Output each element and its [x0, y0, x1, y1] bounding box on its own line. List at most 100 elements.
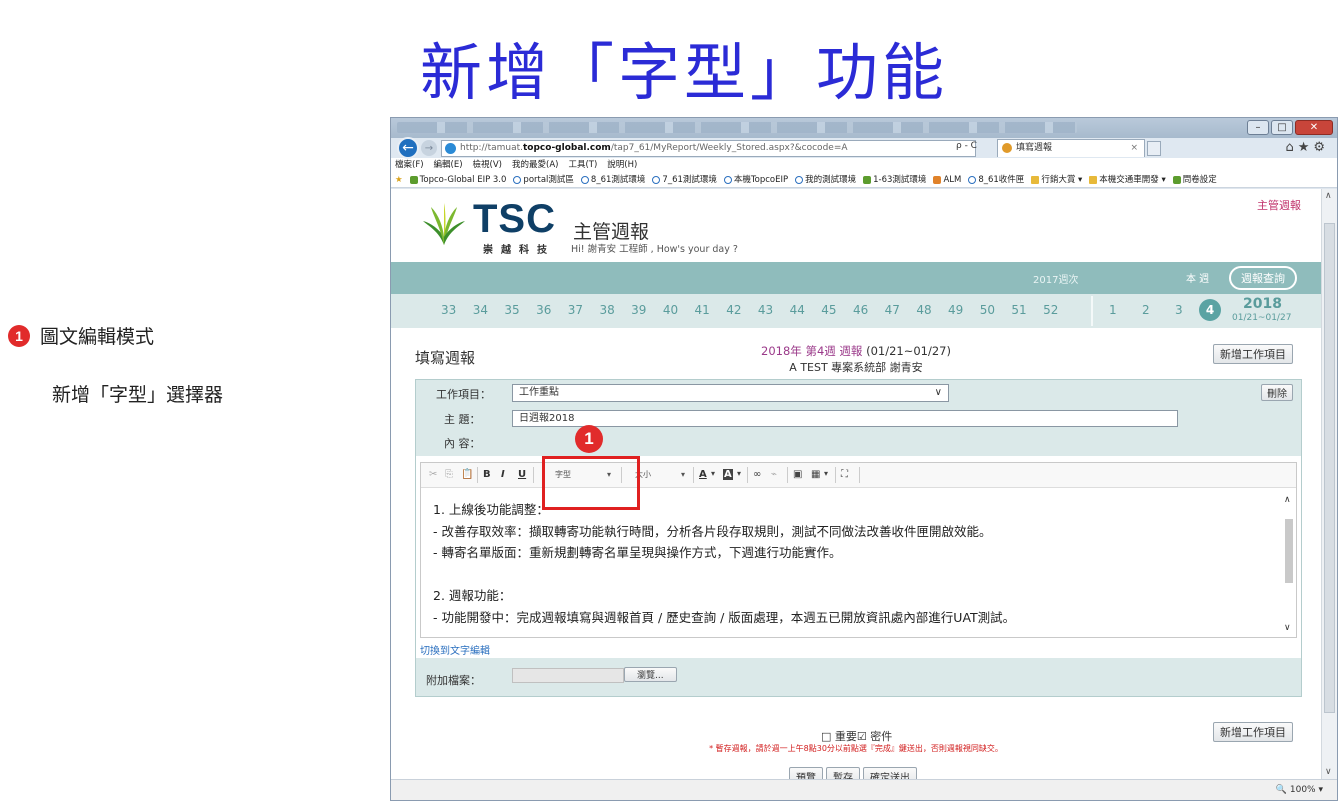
delete-item-button[interactable]: 刪除 — [1261, 384, 1293, 401]
copy-icon[interactable]: ⎘ — [445, 469, 453, 480]
cut-icon[interactable]: ✂ — [429, 469, 437, 480]
editor-content[interactable]: 1. 上線後功能調整： - 改善存取效率：擷取轉寄功能執行時間，分析各片段存取規… — [433, 499, 1015, 628]
maximize-icon[interactable]: ⛶ — [841, 469, 848, 480]
file-path-input[interactable] — [512, 668, 624, 683]
maximize-icon[interactable]: □ — [1271, 120, 1293, 135]
table-icon[interactable]: ▦ — [811, 469, 820, 480]
bold-button[interactable]: B — [483, 469, 491, 480]
week-number[interactable]: 39 — [631, 303, 663, 317]
italic-button[interactable]: I — [501, 469, 505, 480]
week-number[interactable]: 35 — [504, 303, 536, 317]
minimize-icon[interactable]: – — [1247, 120, 1269, 135]
week-query-button[interactable]: 週報查詢 — [1229, 266, 1297, 290]
save-draft-button[interactable]: 暫存 — [826, 767, 860, 779]
back-arrow-icon[interactable]: ← — [397, 137, 419, 159]
menu-item[interactable]: 工具(T) — [568, 158, 597, 172]
underline-button[interactable]: U — [518, 469, 526, 480]
add-work-item-button[interactable]: 新增工作項目 — [1213, 344, 1293, 364]
favorite-item[interactable]: 1-63測試環境 — [863, 172, 926, 187]
scroll-up-icon[interactable]: ∧ — [1325, 191, 1332, 201]
unlink-icon[interactable]: ⌁ — [771, 469, 777, 480]
favorite-item[interactable]: ALM — [933, 172, 961, 187]
forward-arrow-icon[interactable]: → — [421, 140, 437, 156]
work-item-select[interactable]: 工作重點 ∨ — [512, 384, 949, 402]
week-number[interactable]: 50 — [980, 303, 1012, 317]
chevron-down-icon: ∨ — [934, 387, 942, 398]
favorite-item[interactable]: 問卷設定 — [1172, 172, 1217, 187]
paste-icon[interactable]: 📋 — [461, 469, 473, 480]
close-icon[interactable]: ✕ — [1295, 120, 1333, 135]
menu-item[interactable]: 說明(H) — [607, 158, 637, 172]
week-number[interactable]: 48 — [916, 303, 948, 317]
leaf-icon — [1172, 175, 1181, 184]
page-scrollbar[interactable]: ∧ ∨ — [1321, 189, 1337, 779]
week-number[interactable]: 44 — [790, 303, 822, 317]
scroll-down-icon[interactable]: ∨ — [1325, 767, 1332, 777]
scroll-down-icon[interactable]: ∨ — [1284, 623, 1291, 633]
favorite-folder[interactable]: 本機交通車開發 ▾ — [1089, 172, 1166, 187]
week-number[interactable]: 40 — [663, 303, 695, 317]
editor-scrollbar[interactable]: ∧ ∨ — [1284, 491, 1294, 633]
content-label: 內 容： — [444, 437, 481, 450]
week-number[interactable]: 47 — [885, 303, 917, 317]
week-number[interactable]: 38 — [599, 303, 631, 317]
favorite-item[interactable]: Topco-Global EIP 3.0 — [409, 172, 506, 187]
current-week-badge[interactable]: 4 — [1199, 299, 1221, 321]
week-number[interactable]: 1 — [1109, 303, 1142, 317]
week-number[interactable]: 43 — [758, 303, 790, 317]
favorite-item[interactable]: 7_61測試環境 — [652, 172, 717, 187]
week-number[interactable]: 33 — [441, 303, 473, 317]
favorite-item[interactable]: 我的測試環境 — [795, 172, 856, 187]
page-scroll-thumb[interactable] — [1324, 223, 1335, 713]
week-number[interactable]: 49 — [948, 303, 980, 317]
preview-button[interactable]: 預覽 — [789, 767, 823, 779]
favorite-label: 8_61測試環境 — [590, 174, 646, 185]
scroll-thumb[interactable] — [1285, 519, 1293, 583]
confidential-checkbox[interactable]: ☑ 密件 — [857, 730, 892, 743]
browse-button[interactable]: 瀏覽... — [624, 667, 677, 682]
menu-item[interactable]: 檔案(F) — [395, 158, 424, 172]
menu-item[interactable]: 編輯(E) — [434, 158, 463, 172]
scroll-up-icon[interactable]: ∧ — [1284, 495, 1291, 505]
week-number[interactable]: 42 — [726, 303, 758, 317]
week-number[interactable]: 51 — [1011, 303, 1043, 317]
add-work-item-button-bottom[interactable]: 新增工作項目 — [1213, 722, 1293, 742]
week-number[interactable]: 34 — [473, 303, 505, 317]
favorites-star-icon[interactable]: ★ — [395, 172, 403, 187]
chevron-down-icon: ▾ — [711, 469, 716, 478]
week-number[interactable]: 41 — [695, 303, 727, 317]
menu-item[interactable]: 我的最愛(A) — [512, 158, 558, 172]
week-number[interactable]: 46 — [853, 303, 885, 317]
subject-input[interactable]: 日週報2018 — [512, 410, 1178, 427]
url-prefix: http://tamuat. — [460, 142, 523, 153]
important-checkbox[interactable]: □ 重要 — [821, 730, 857, 743]
link-icon[interactable]: ∞ — [753, 469, 761, 480]
week-header-band: 2017週次 本 週 週報查詢 — [391, 262, 1321, 294]
switch-to-text-mode-link[interactable]: 切換到文字編輯 — [420, 642, 490, 657]
bg-color-button[interactable]: A — [723, 469, 733, 480]
submit-button[interactable]: 確定送出 — [863, 767, 917, 779]
favorite-item[interactable]: 8_61測試環境 — [580, 172, 646, 187]
week-number[interactable]: 45 — [821, 303, 853, 317]
image-icon[interactable]: ▣ — [793, 469, 802, 480]
top-nav-link[interactable]: 主管週報 — [1257, 197, 1301, 213]
favorite-item[interactable]: portal測試區 — [513, 172, 574, 187]
favorite-folder[interactable]: 行銷大賞 ▾ — [1031, 172, 1082, 187]
address-tools[interactable]: ρ - C — [956, 141, 977, 151]
zoom-level[interactable]: 🔍 100% ▾ — [1276, 785, 1323, 795]
week-number[interactable]: 37 — [568, 303, 600, 317]
text-color-button[interactable]: A — [699, 469, 707, 480]
new-tab-button[interactable] — [1147, 141, 1161, 156]
browser-tab-active[interactable]: 填寫週報 × — [997, 139, 1145, 157]
favorite-item[interactable]: 本機TopcoEIP — [723, 172, 788, 187]
tab-close-icon[interactable]: × — [1130, 140, 1138, 156]
favorite-item[interactable]: 8_61收件匣 — [968, 172, 1024, 187]
menu-item[interactable]: 檢視(V) — [473, 158, 502, 172]
week-number[interactable]: 36 — [536, 303, 568, 317]
week-number[interactable]: 52 — [1043, 303, 1075, 317]
font-size-select[interactable]: 大小 ▾ — [635, 469, 685, 480]
ie-icon — [513, 175, 522, 184]
browser-toolbar-icons[interactable]: ⌂★⚙ — [1285, 140, 1329, 155]
address-bar[interactable]: http://tamuat.topco-global.com/tap7_61/M… — [441, 139, 976, 157]
week-number[interactable]: 2 — [1142, 303, 1175, 317]
